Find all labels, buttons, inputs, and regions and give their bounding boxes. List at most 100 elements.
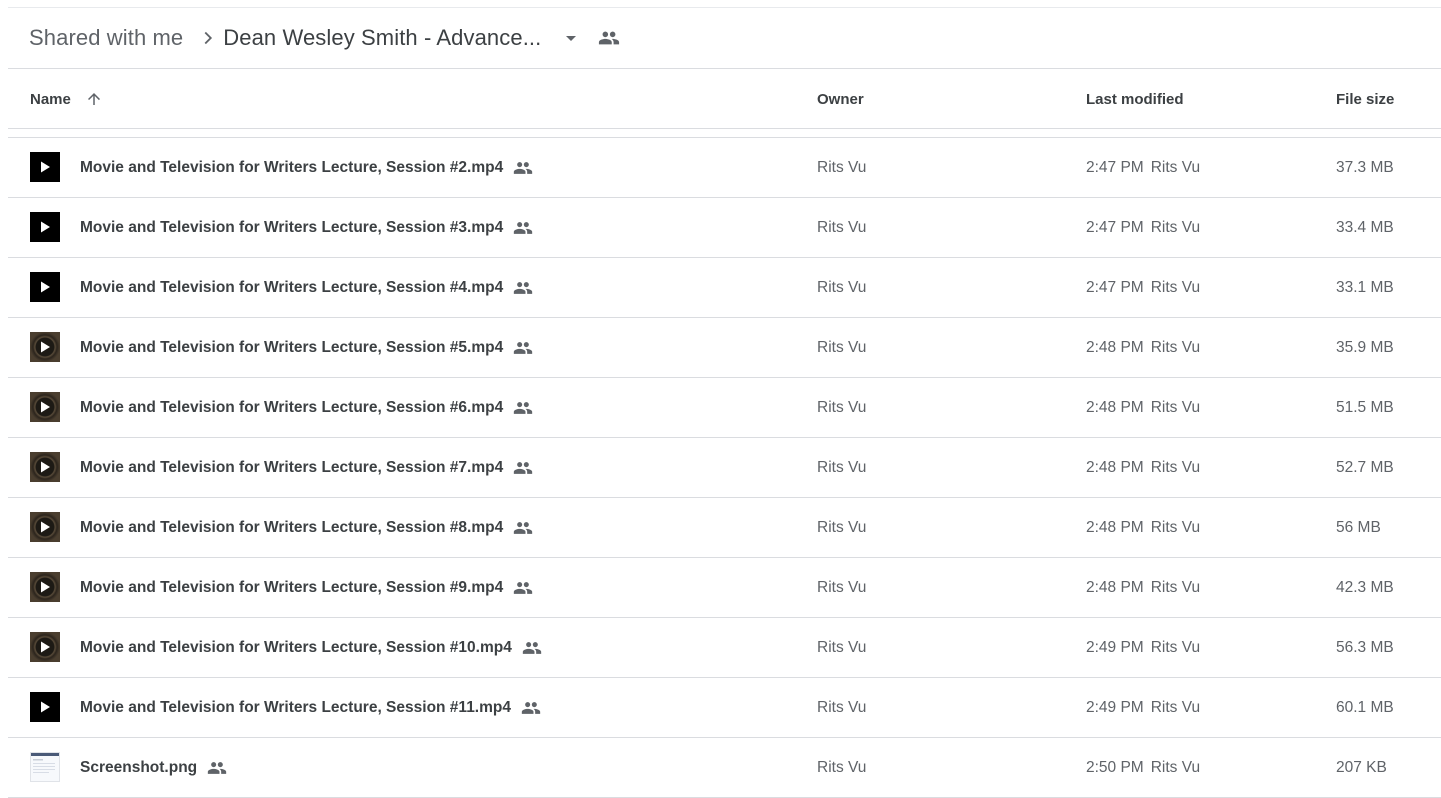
modified-time: 2:49 PM (1086, 698, 1144, 716)
file-row[interactable]: Movie and Television for Writers Lecture… (8, 498, 1441, 558)
play-icon (30, 512, 60, 542)
file-row[interactable]: Movie and Television for Writers Lecture… (8, 438, 1441, 498)
file-row[interactable]: Movie and Television for Writers Lecture… (8, 258, 1441, 318)
arrow-up-icon[interactable] (85, 90, 103, 108)
modified-time: 2:47 PM (1086, 278, 1144, 296)
file-size: 42.3 MB (1336, 578, 1394, 596)
file-owner: Rits Vu (817, 278, 867, 296)
file-owner: Rits Vu (817, 578, 867, 596)
file-row[interactable]: Screenshot.png Rits Vu 2:50 PM Rits Vu 207 K… (8, 738, 1441, 798)
modified-by: Rits Vu (1150, 158, 1201, 176)
file-row[interactable]: Movie and Television for Writers Lecture… (8, 318, 1441, 378)
file-row[interactable]: Movie and Television for Writers Lecture… (8, 678, 1441, 738)
column-name-header[interactable]: Name (30, 70, 103, 128)
file-owner: Rits Vu (817, 458, 867, 476)
play-icon (30, 392, 60, 422)
file-last-modified: 2:48 PM Rits Vu (1086, 438, 1200, 497)
column-modified-header[interactable]: Last modified (1086, 70, 1184, 128)
play-icon (30, 452, 60, 482)
file-last-modified: 2:48 PM Rits Vu (1086, 498, 1200, 557)
caret-down-icon[interactable] (559, 26, 583, 50)
play-icon (30, 692, 60, 722)
modified-by: Rits Vu (1150, 758, 1201, 776)
file-name[interactable]: Movie and Television for Writers Lecture… (80, 498, 533, 557)
header-divider (8, 128, 1441, 129)
file-name[interactable]: Movie and Television for Writers Lecture… (80, 258, 533, 317)
file-size: 51.5 MB (1336, 398, 1394, 416)
file-last-modified: 2:50 PM Rits Vu (1086, 738, 1200, 797)
modified-time: 2:48 PM (1086, 398, 1144, 416)
people-icon (522, 638, 542, 658)
file-size: 60.1 MB (1336, 698, 1394, 716)
file-owner: Rits Vu (817, 638, 867, 656)
file-owner: Rits Vu (817, 698, 867, 716)
play-icon (30, 152, 60, 182)
column-header-row: Name Owner Last modified File size (8, 70, 1441, 128)
file-last-modified: 2:47 PM Rits Vu (1086, 258, 1200, 317)
modified-by: Rits Vu (1150, 638, 1201, 656)
file-name-text: Movie and Television for Writers Lecture… (80, 518, 504, 536)
modified-time: 2:48 PM (1086, 338, 1144, 356)
file-name[interactable]: Movie and Television for Writers Lecture… (80, 558, 533, 617)
file-last-modified: 2:49 PM Rits Vu (1086, 678, 1200, 737)
file-last-modified: 2:48 PM Rits Vu (1086, 318, 1200, 377)
file-size: 56 MB (1336, 518, 1381, 536)
modified-by: Rits Vu (1150, 578, 1201, 596)
play-icon (30, 332, 60, 362)
people-icon (597, 26, 621, 50)
modified-by: Rits Vu (1150, 278, 1201, 296)
file-name-text: Movie and Television for Writers Lecture… (80, 578, 504, 596)
modified-by: Rits Vu (1150, 338, 1201, 356)
column-size-header[interactable]: File size (1336, 70, 1394, 128)
play-icon (30, 632, 60, 662)
column-name-label: Name (30, 90, 71, 108)
modified-by: Rits Vu (1150, 518, 1201, 536)
file-size: 33.1 MB (1336, 278, 1394, 296)
modified-time: 2:49 PM (1086, 638, 1144, 656)
people-icon (513, 398, 533, 418)
file-name-text: Screenshot.png (80, 758, 198, 776)
chevron-right-icon (197, 27, 219, 49)
play-icon (30, 272, 60, 302)
file-row[interactable]: Movie and Television for Writers Lecture… (8, 198, 1441, 258)
modified-by: Rits Vu (1150, 398, 1201, 416)
breadcrumb: Shared with me Dean Wesley Smith - Advan… (29, 22, 621, 54)
file-name[interactable]: Movie and Television for Writers Lecture… (80, 618, 542, 677)
file-size: 56.3 MB (1336, 638, 1394, 656)
file-owner: Rits Vu (817, 758, 867, 776)
modified-by: Rits Vu (1150, 458, 1201, 476)
top-divider (8, 7, 1441, 8)
people-icon (513, 518, 533, 538)
file-name[interactable]: Screenshot.png (80, 738, 227, 797)
column-owner-header[interactable]: Owner (817, 70, 864, 128)
modified-time: 2:48 PM (1086, 578, 1144, 596)
people-icon (513, 158, 533, 178)
file-row[interactable]: Movie and Television for Writers Lecture… (8, 558, 1441, 618)
file-name-text: Movie and Television for Writers Lecture… (80, 158, 504, 176)
file-name[interactable]: Movie and Television for Writers Lecture… (80, 378, 533, 437)
people-icon (513, 458, 533, 478)
play-icon (30, 212, 60, 242)
play-icon (30, 572, 60, 602)
file-size: 52.7 MB (1336, 458, 1394, 476)
people-icon (521, 698, 541, 718)
file-name[interactable]: Movie and Television for Writers Lecture… (80, 678, 541, 737)
file-last-modified: 2:48 PM Rits Vu (1086, 558, 1200, 617)
file-name-text: Movie and Television for Writers Lecture… (80, 458, 504, 476)
people-icon (513, 338, 533, 358)
breadcrumb-current-folder[interactable]: Dean Wesley Smith - Advance... (223, 25, 541, 51)
file-row[interactable]: Movie and Television for Writers Lecture… (8, 138, 1441, 198)
modified-time: 2:48 PM (1086, 458, 1144, 476)
breadcrumb-shared-with-me[interactable]: Shared with me (29, 25, 183, 51)
file-row[interactable]: Movie and Television for Writers Lecture… (8, 378, 1441, 438)
file-owner: Rits Vu (817, 158, 867, 176)
file-row[interactable]: Movie and Television for Writers Lecture… (8, 618, 1441, 678)
file-name-text: Movie and Television for Writers Lecture… (80, 398, 504, 416)
modified-time: 2:47 PM (1086, 218, 1144, 236)
file-name[interactable]: Movie and Television for Writers Lecture… (80, 438, 533, 497)
file-name[interactable]: Movie and Television for Writers Lecture… (80, 138, 533, 197)
people-icon (513, 278, 533, 298)
file-last-modified: 2:47 PM Rits Vu (1086, 198, 1200, 257)
file-name[interactable]: Movie and Television for Writers Lecture… (80, 318, 533, 377)
file-name[interactable]: Movie and Television for Writers Lecture… (80, 198, 533, 257)
